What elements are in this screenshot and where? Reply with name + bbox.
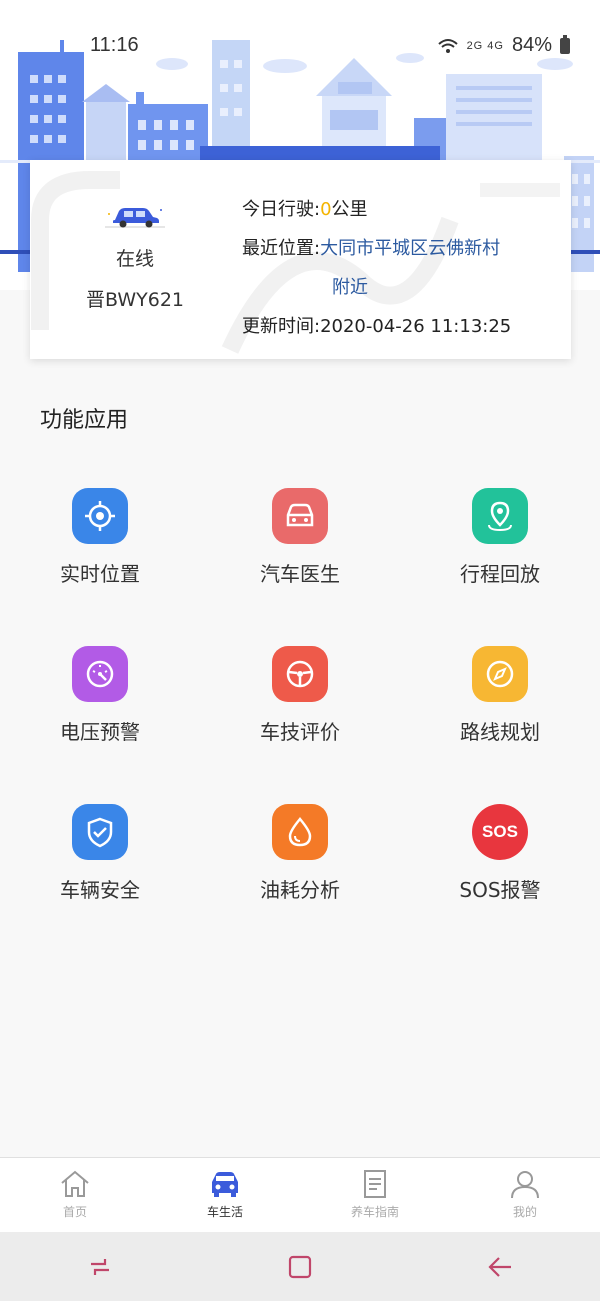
- bottom-tab-bar: 首页 车生活 养车指南 我的: [0, 1157, 600, 1232]
- voltage-gauge-icon: [72, 646, 128, 702]
- feature-label: 路线规划: [460, 720, 540, 744]
- tab-home[interactable]: 首页: [0, 1158, 150, 1232]
- feature-sos-alarm[interactable]: SOS SOS报警: [400, 796, 600, 903]
- recent-apps-button[interactable]: [70, 1247, 130, 1287]
- feature-label: 车技评价: [260, 720, 340, 744]
- locate-icon: [72, 488, 128, 544]
- car-icon: [105, 208, 165, 228]
- feature-trip-replay[interactable]: 行程回放: [400, 480, 600, 587]
- tab-label: 首页: [62, 1205, 87, 1219]
- feature-realtime-location[interactable]: 实时位置: [0, 480, 200, 587]
- home-button[interactable]: [270, 1247, 330, 1287]
- mileage-row: 今日行驶:0公里: [242, 190, 562, 229]
- guide-book-icon: [364, 1170, 386, 1198]
- feature-label: 汽车医生: [260, 562, 340, 586]
- mileage-label: 今日行驶:: [242, 199, 321, 220]
- update-time-row: 更新时间:2020-04-26 11:13:25: [242, 307, 562, 346]
- trip-replay-icon: [472, 488, 528, 544]
- battery-level: 84%: [511, 34, 552, 56]
- location-value-continued[interactable]: 附近: [242, 268, 562, 307]
- car-icon: [212, 1172, 238, 1197]
- location-row: 最近位置:大同市平城区云佛新村: [242, 229, 562, 268]
- mileage-value: 0: [320, 199, 332, 220]
- feature-fuel-analysis[interactable]: 油耗分析: [200, 796, 400, 903]
- back-arrow-icon: [488, 1256, 511, 1277]
- feature-label: 电压预警: [60, 720, 140, 744]
- mileage-unit: 公里: [331, 199, 368, 220]
- feature-route-planning[interactable]: 路线规划: [400, 638, 600, 745]
- feature-car-doctor[interactable]: 汽车医生: [200, 480, 400, 587]
- recent-apps-icon: [91, 1258, 109, 1275]
- status-time: 11:16: [90, 34, 139, 56]
- vehicle-summary: 在线 晋BWY621: [70, 200, 200, 312]
- tab-profile[interactable]: 我的: [450, 1158, 600, 1232]
- online-status: 在线: [115, 248, 154, 270]
- sos-icon: SOS: [472, 804, 528, 860]
- sos-icon-text: SOS: [482, 822, 518, 841]
- back-button[interactable]: [470, 1247, 530, 1287]
- feature-label: 油耗分析: [260, 878, 340, 902]
- tab-car-guide[interactable]: 养车指南: [300, 1158, 450, 1232]
- compass-icon: [472, 646, 528, 702]
- tab-car-life[interactable]: 车生活: [150, 1158, 300, 1232]
- car-doctor-icon: [272, 488, 328, 544]
- status-bar: 11:16 2G 4G 84%: [0, 30, 600, 62]
- system-navigation-bar: [0, 1232, 600, 1301]
- feature-label: 车辆安全: [60, 878, 140, 902]
- feature-voltage-warning[interactable]: 电压预警: [0, 638, 200, 745]
- feature-label: 实时位置: [60, 562, 140, 586]
- tab-label: 车生活: [206, 1205, 243, 1219]
- location-value[interactable]: 大同市平城区云佛新村: [320, 238, 500, 259]
- profile-icon: [511, 1171, 539, 1199]
- tab-label: 养车指南: [350, 1205, 399, 1219]
- feature-driving-evaluation[interactable]: 车技评价: [200, 638, 400, 745]
- signal-icon: 2G 4G: [466, 39, 504, 52]
- section-title: 功能应用: [40, 408, 129, 433]
- update-time-value: 2020-04-26 11:13:25: [320, 316, 512, 337]
- feature-label: SOS报警: [459, 878, 541, 902]
- home-square-icon: [288, 1255, 312, 1278]
- feature-vehicle-security[interactable]: 车辆安全: [0, 796, 200, 903]
- steering-wheel-icon: [272, 646, 328, 702]
- tab-label: 我的: [512, 1205, 537, 1219]
- update-time-label: 更新时间:: [242, 316, 321, 337]
- fuel-drop-icon: [272, 804, 328, 860]
- location-label: 最近位置:: [242, 238, 321, 259]
- wifi-icon: [437, 38, 458, 53]
- shield-icon: [72, 804, 128, 860]
- battery-icon: [560, 34, 570, 54]
- vehicle-status-card[interactable]: 在线 晋BWY621 今日行驶:0公里 最近位置:大同市平城区云佛新村 附近 更…: [30, 160, 571, 359]
- license-plate: 晋BWY621: [85, 289, 184, 311]
- feature-label: 行程回放: [460, 562, 540, 586]
- home-icon: [61, 1170, 89, 1197]
- vehicle-details: 今日行驶:0公里 最近位置:大同市平城区云佛新村 附近 更新时间:2020-04…: [242, 190, 562, 346]
